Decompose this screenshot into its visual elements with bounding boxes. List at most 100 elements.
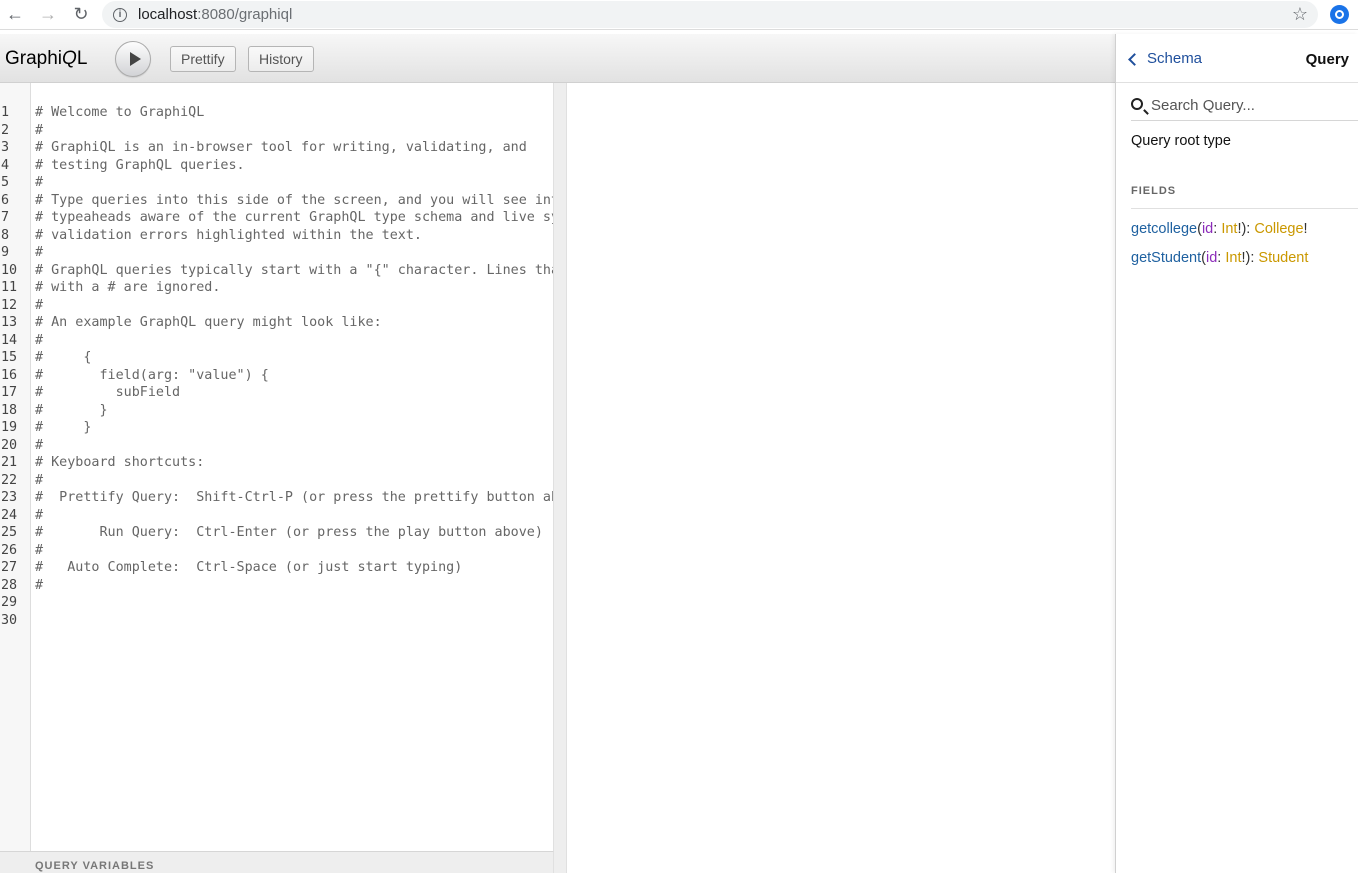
code-text: # (35, 122, 44, 138)
editor-line: 6 # Type queries into this side of the sc… (0, 192, 554, 210)
line-number: 23 (1, 490, 18, 505)
editor-line: 17 # subField (0, 384, 553, 402)
field-getcollege: getcollege(id: Int!): College! (1131, 221, 1308, 237)
address-bar[interactable]: i localhost:8080/graphiql ☆ (102, 1, 1318, 28)
schema-back-label: Schema (1147, 50, 1203, 67)
code-text: # typeaheads aware of the current GraphQ… (35, 210, 554, 225)
code-text: # (35, 472, 44, 488)
code-text: # (35, 577, 44, 593)
arg-type-link[interactable]: Int (1225, 250, 1241, 266)
editor-line: 18 # } (0, 402, 553, 420)
code-text: # } (35, 402, 108, 418)
query-editor[interactable]: 1 # Welcome to GraphiQL 2 #3 # GraphiQL is a… (0, 83, 554, 851)
editor-line: 12 # (0, 297, 553, 315)
editor-line: 14 # (0, 332, 553, 350)
schema-back-link[interactable]: Schema (1128, 50, 1203, 67)
editor-line: 5 # (0, 174, 553, 192)
line-number: 6 (1, 192, 10, 208)
docs-search-input[interactable] (1151, 94, 1356, 116)
line-number: 24 (1, 507, 18, 523)
code-text: # testing GraphQL queries. (35, 157, 245, 173)
editor-line: 26 # (0, 542, 553, 560)
code-text: # } (35, 420, 92, 435)
arg-name: id (1201, 221, 1214, 237)
field-name-link[interactable]: getcollege (1131, 221, 1197, 237)
url-text: localhost:8080/graphiql (138, 6, 292, 23)
code-text: # GraphiQL is an in-browser tool for wri… (35, 140, 527, 155)
line-number: 4 (1, 157, 10, 173)
editor-line: 27 # Auto Complete: Ctrl-Space (or just s… (0, 559, 553, 577)
code-text: # validation errors highlighted within t… (35, 227, 422, 243)
code-text: # { (35, 350, 92, 365)
code-text: # with a # are ignored. (35, 280, 221, 295)
code-text: # (35, 297, 44, 313)
editor-line: 10 # GraphQL queries typically start with… (0, 262, 554, 280)
editor-line: 23 # Prettify Query: Shift-Ctrl-P (or pre… (0, 489, 553, 507)
line-number: 2 (1, 122, 10, 138)
docs-title-bar: Schema Query (1116, 34, 1358, 83)
prettify-button[interactable]: Prettify (170, 46, 236, 72)
editor-line: 16 # field(arg: "value") { (0, 367, 553, 385)
forward-arrow-icon[interactable]: → (37, 4, 59, 26)
field-getstudent: getStudent(id: Int!): Student (1131, 250, 1309, 266)
editor-result-divider[interactable] (554, 83, 567, 873)
run-query-button[interactable] (115, 41, 151, 77)
code-text: # Keyboard shortcuts: (35, 455, 205, 470)
line-number: 12 (1, 297, 18, 313)
arg-type-link[interactable]: Int (1221, 221, 1237, 237)
line-number: 1 (1, 105, 10, 120)
back-arrow-icon[interactable]: ← (4, 4, 26, 26)
result-pane (567, 83, 1115, 873)
line-number: 17 (1, 385, 18, 400)
editor-line: 19 # } (0, 419, 553, 437)
line-number: 18 (1, 402, 18, 418)
line-number: 7 (1, 210, 10, 225)
code-text: # field(arg: "value") { (35, 367, 269, 383)
code-text: # GraphQL queries typically start with a… (35, 262, 554, 278)
line-number: 13 (1, 315, 18, 330)
line-number: 26 (1, 542, 18, 558)
line-number: 29 (1, 595, 18, 610)
code-text: # Auto Complete: Ctrl-Space (or just sta… (35, 560, 463, 575)
arg-name: id (1206, 250, 1218, 266)
info-icon[interactable]: i (113, 7, 127, 22)
type-description: Query root type (1131, 133, 1231, 149)
line-number: 14 (1, 332, 18, 348)
line-number: 11 (1, 280, 18, 295)
editor-line: 30 (0, 612, 553, 630)
bookmark-star-icon[interactable]: ☆ (1292, 4, 1308, 25)
line-number: 15 (1, 350, 18, 365)
code-text: # (35, 245, 44, 260)
code-text: # (35, 332, 44, 348)
line-number: 30 (1, 612, 18, 628)
query-variables-bar[interactable]: QUERY VARIABLES (0, 851, 554, 873)
play-icon (130, 52, 141, 66)
url-host: localhost (138, 6, 198, 23)
editor-line: 22 # (0, 472, 553, 490)
return-type-link[interactable]: College (1254, 221, 1303, 237)
line-number: 20 (1, 437, 18, 453)
search-icon (1131, 98, 1143, 110)
code-text: # An example GraphQL query might look li… (35, 315, 382, 330)
extension-icon[interactable] (1330, 5, 1349, 24)
documentation-explorer: Schema Query Query root type FIELDS getc… (1115, 34, 1358, 873)
line-number: 27 (1, 560, 18, 575)
graphiql-toolbar: GraphiQL Prettify History (0, 34, 1115, 83)
editor-line: 25 # Run Query: Ctrl-Enter (or press the … (0, 524, 553, 542)
code-text: # subField (35, 385, 181, 400)
editor-line: 8 # validation errors highlighted within … (0, 227, 553, 245)
code-text: # Run Query: Ctrl-Enter (or press the pl… (35, 525, 543, 540)
editor-line: 21 # Keyboard shortcuts: (0, 454, 553, 472)
editor-line: 3 # GraphiQL is an in-browser tool for wr… (0, 139, 553, 157)
reload-icon[interactable]: ↻ (70, 4, 92, 26)
line-number: 16 (1, 367, 18, 383)
history-button[interactable]: History (248, 46, 314, 72)
line-number: 5 (1, 175, 10, 190)
line-number: 25 (1, 525, 18, 540)
line-number: 21 (1, 455, 18, 470)
return-type-link[interactable]: Student (1258, 250, 1308, 266)
field-name-link[interactable]: getStudent (1131, 250, 1201, 266)
editor-line: 9 # (0, 244, 553, 262)
code-text: # Type queries into this side of the scr… (35, 192, 554, 208)
query-variables-label: QUERY VARIABLES (35, 860, 155, 872)
